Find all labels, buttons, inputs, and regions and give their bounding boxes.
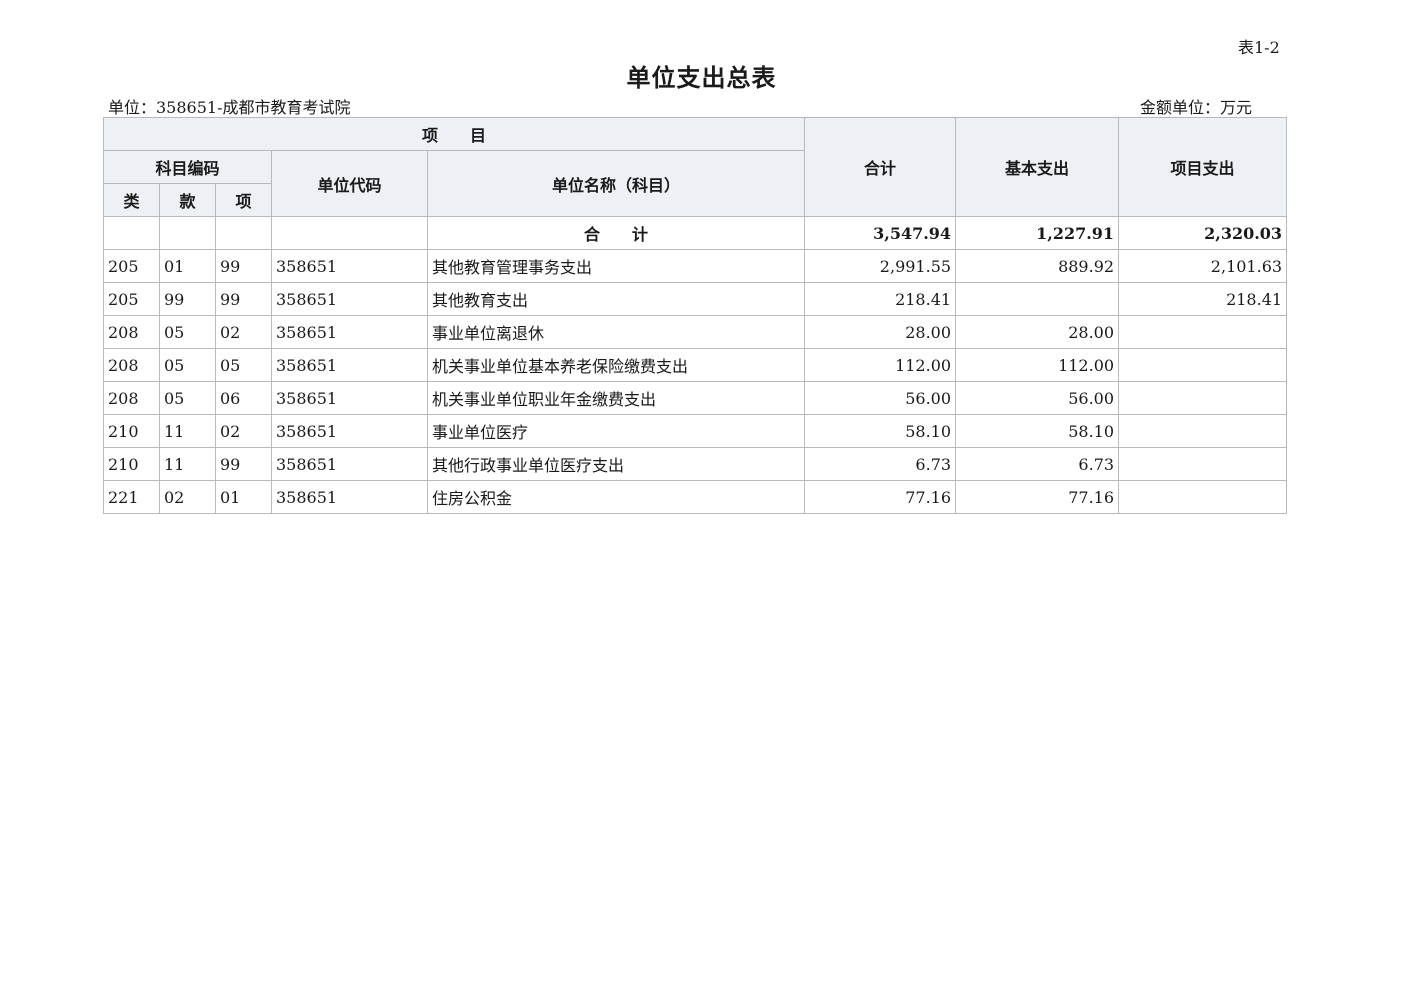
total-sum: 3,547.94	[804, 216, 957, 250]
total-project: 2,320.03	[1118, 216, 1288, 250]
cell-kuan: 02	[159, 480, 216, 514]
total-kuan	[159, 216, 216, 250]
cell-kuan: 05	[159, 381, 216, 415]
table-number: 表1-2	[1238, 38, 1280, 57]
cell-kuan: 01	[159, 249, 216, 283]
cell-unit-name: 机关事业单位基本养老保险缴费支出	[426, 348, 806, 382]
cell-unit-name: 其他教育管理事务支出	[426, 249, 806, 283]
cell-basic: 77.16	[955, 480, 1120, 514]
cell-project: 2,101.63	[1118, 249, 1288, 283]
cell-kuan: 05	[159, 315, 216, 349]
table-row: 208 05 05 358651 机关事业单位基本养老保险缴费支出 112.00 112.0…	[103, 348, 1288, 382]
amount-unit: 金额单位：万元	[1140, 98, 1253, 117]
cell-total: 77.16	[804, 480, 957, 514]
cell-unit-code: 358651	[271, 480, 428, 514]
header-xiang: 项	[215, 183, 272, 217]
cell-basic	[955, 282, 1120, 316]
cell-total: 112.00	[804, 348, 957, 382]
cell-unit-name: 事业单位离退休	[426, 315, 806, 349]
cell-project	[1118, 480, 1288, 514]
cell-lei: 210	[103, 447, 160, 481]
cell-basic: 58.10	[955, 414, 1120, 448]
cell-unit-code: 358651	[271, 249, 428, 283]
table-row: 205 01 99 358651 其他教育管理事务支出 2,991.55 889.92 2,1…	[103, 249, 1288, 283]
cell-total: 2,991.55	[804, 249, 957, 283]
cell-xiang: 02	[215, 315, 272, 349]
cell-kuan: 05	[159, 348, 216, 382]
cell-lei: 221	[103, 480, 160, 514]
cell-unit-code: 358651	[271, 381, 428, 415]
unit-info: 单位：358651-成都市教育考试院	[108, 98, 351, 117]
cell-project	[1118, 348, 1288, 382]
cell-unit-name: 住房公积金	[426, 480, 806, 514]
header-basic: 基本支出	[955, 117, 1120, 217]
table-row: 210 11 99 358651 其他行政事业单位医疗支出 6.73 6.73	[103, 447, 1288, 481]
cell-basic: 56.00	[955, 381, 1120, 415]
cell-unit-code: 358651	[271, 348, 428, 382]
header-project: 项 目	[102, 117, 806, 151]
cell-basic: 28.00	[955, 315, 1120, 349]
cell-xiang: 99	[215, 282, 272, 316]
table-row: 205 99 99 358651 其他教育支出 218.41 218.41	[103, 282, 1288, 316]
cell-basic: 6.73	[955, 447, 1120, 481]
cell-xiang: 99	[215, 447, 272, 481]
header-unit-code: 单位代码	[271, 150, 428, 217]
cell-xiang: 05	[215, 348, 272, 382]
cell-lei: 208	[103, 348, 160, 382]
header-total: 合计	[804, 117, 957, 217]
cell-basic: 889.92	[955, 249, 1120, 283]
cell-lei: 205	[103, 249, 160, 283]
page-title: 单位支出总表	[626, 63, 777, 92]
table-row: 208 05 02 358651 事业单位离退休 28.00 28.00	[103, 315, 1288, 349]
cell-total: 56.00	[804, 381, 957, 415]
cell-unit-name: 其他行政事业单位医疗支出	[426, 447, 806, 481]
cell-unit-code: 358651	[271, 447, 428, 481]
cell-xiang: 01	[215, 480, 272, 514]
cell-project: 218.41	[1118, 282, 1288, 316]
header-kuan: 款	[159, 183, 216, 217]
cell-lei: 210	[103, 414, 160, 448]
cell-unit-name: 机关事业单位职业年金缴费支出	[426, 381, 806, 415]
total-xiang	[215, 216, 272, 250]
header-subject-code: 科目编码	[103, 150, 272, 184]
cell-project	[1118, 414, 1288, 448]
cell-lei: 208	[103, 381, 160, 415]
table-row: 210 11 02 358651 事业单位医疗 58.10 58.10	[103, 414, 1288, 448]
cell-total: 218.41	[804, 282, 957, 316]
total-label: 合 计	[426, 216, 806, 250]
total-basic: 1,227.91	[955, 216, 1120, 250]
cell-unit-name: 其他教育支出	[426, 282, 806, 316]
cell-project	[1118, 381, 1288, 415]
cell-kuan: 11	[159, 447, 216, 481]
cell-kuan: 11	[159, 414, 216, 448]
total-row: 合 计 3,547.94 1,227.91 2,320.03	[103, 216, 1288, 250]
cell-total: 58.10	[804, 414, 957, 448]
cell-total: 6.73	[804, 447, 957, 481]
total-code	[271, 216, 428, 250]
cell-lei: 205	[103, 282, 160, 316]
cell-unit-code: 358651	[271, 282, 428, 316]
table-row: 221 02 01 358651 住房公积金 77.16 77.16	[103, 480, 1288, 514]
cell-xiang: 06	[215, 381, 272, 415]
cell-total: 28.00	[804, 315, 957, 349]
header-unit-name: 单位名称（科目）	[426, 150, 806, 217]
expenditure-table: 项 目 合计 基本支出 项目支出 科目编码 单位代码 单位名称（科目） 类 款 …	[102, 117, 1288, 514]
cell-unit-name: 事业单位医疗	[426, 414, 806, 448]
cell-unit-code: 358651	[271, 414, 428, 448]
header-lei: 类	[103, 183, 160, 217]
cell-project	[1118, 447, 1288, 481]
cell-basic: 112.00	[955, 348, 1120, 382]
cell-lei: 208	[103, 315, 160, 349]
cell-kuan: 99	[159, 282, 216, 316]
total-lei	[103, 216, 160, 250]
table-row: 208 05 06 358651 机关事业单位职业年金缴费支出 56.00 56.00	[103, 381, 1288, 415]
cell-project	[1118, 315, 1288, 349]
cell-xiang: 99	[215, 249, 272, 283]
header-project-expense: 项目支出	[1118, 117, 1288, 217]
cell-xiang: 02	[215, 414, 272, 448]
cell-unit-code: 358651	[271, 315, 428, 349]
